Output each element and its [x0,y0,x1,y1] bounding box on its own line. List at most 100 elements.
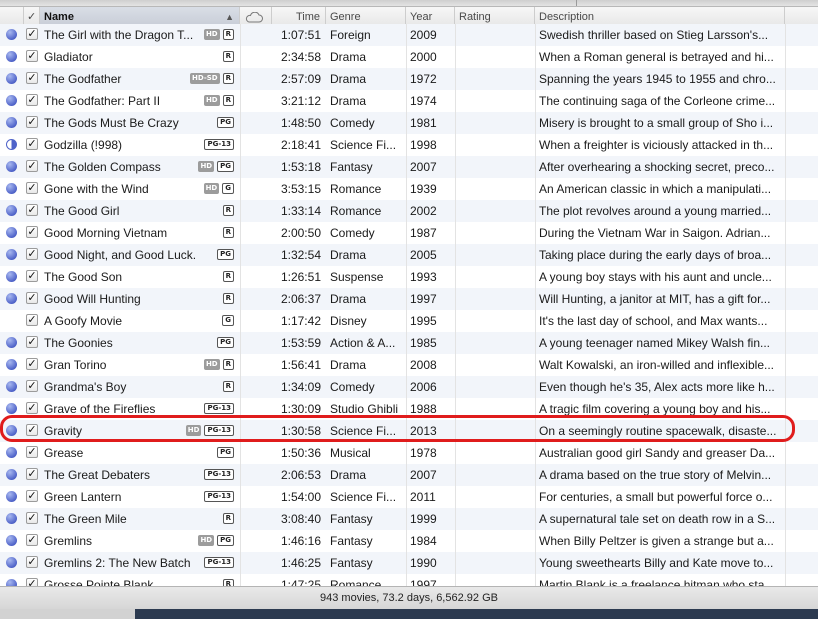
table-row[interactable]: ✓ The Green Mile R 3:08:40 Fantasy 1999 A supe… [0,508,818,530]
movie-time: 1:56:41 [280,358,321,372]
row-checkbox[interactable]: ✓ [26,160,38,172]
badge-group: PG [170,112,236,134]
content-rating-badge: PG [217,337,234,348]
movie-year: 1981 [410,116,437,130]
table-row[interactable]: ✓ Grease PG 1:50:36 Musical 1978 Australian go… [0,442,818,464]
row-checkbox[interactable]: ✓ [26,534,38,546]
table-row[interactable]: ✓ The Godfather HD-SD R 2:57:09 Drama 1972 Span… [0,68,818,90]
row-checkbox[interactable]: ✓ [26,402,38,414]
row-checkbox[interactable]: ✓ [26,116,38,128]
movie-description: A supernatural tale set on death row in … [539,512,776,526]
row-checkbox[interactable]: ✓ [26,358,38,370]
movie-time: 1:33:14 [280,204,321,218]
movie-description: Spanning the years 1945 to 1955 and chro… [539,72,776,86]
movie-description: Will Hunting, a janitor at MIT, has a gi… [539,292,771,306]
table-row[interactable]: ✓ The Godfather: Part II HD R 3:21:12 Drama 19… [0,90,818,112]
row-checkbox[interactable]: ✓ [26,72,38,84]
unwatched-icon [6,557,17,568]
table-row[interactable]: ✓ Good Night, and Good Luck. PG 1:32:54 Dram… [0,244,818,266]
content-rating-badge: R [222,513,234,524]
movie-description: When a freighter is viciously attacked i… [539,138,774,152]
content-rating-badge: PG-13 [204,139,234,150]
table-row[interactable]: ✓ The Good Son R 1:26:51 Suspense 1993 A young… [0,266,818,288]
row-checkbox[interactable]: ✓ [26,50,38,62]
movie-year: 2005 [410,248,437,262]
movie-time: 2:00:50 [280,226,321,240]
row-checkbox[interactable]: ✓ [26,226,38,238]
content-rating-badge: PG-13 [204,491,234,502]
table-row[interactable]: ✓ Good Will Hunting R 2:06:37 Drama 1997 Will … [0,288,818,310]
content-rating-badge: G [222,315,234,326]
window-bottom-strip [0,609,818,619]
unwatched-icon [6,29,17,40]
movie-genre: Drama [330,94,367,108]
row-checkbox[interactable]: ✓ [26,270,38,282]
content-rating-badge: R [222,29,234,40]
badge-group: R [170,288,236,310]
row-checkbox[interactable]: ✓ [26,292,38,304]
row-checkbox[interactable]: ✓ [26,336,38,348]
movie-year: 1972 [410,72,437,86]
table-row[interactable]: ✓ The Golden Compass HD PG 1:53:18 Fantasy 200… [0,156,818,178]
row-checkbox[interactable]: ✓ [26,578,38,586]
movie-genre: Foreign [330,28,371,42]
row-checkbox[interactable]: ✓ [26,556,38,568]
row-checkbox[interactable]: ✓ [26,204,38,216]
table-row[interactable]: ✓ Green Lantern PG-13 1:54:00 Science Fi... 2… [0,486,818,508]
row-checkbox[interactable]: ✓ [26,94,38,106]
table-row[interactable]: ✓ Grosse Pointe Blank R 1:47:25 Romance 1997 M… [0,574,818,586]
movie-time: 2:06:37 [280,292,321,306]
hd-badge: HD [203,29,220,40]
table-row[interactable]: ✓ The Gods Must Be Crazy PG 1:48:50 Comedy 19… [0,112,818,134]
movie-year: 2007 [410,468,437,482]
row-checkbox[interactable]: ✓ [26,28,38,40]
movie-genre: Comedy [330,226,375,240]
table-row[interactable]: ✓ Gremlins HD PG 1:46:16 Fantasy 1984 When Bill… [0,530,818,552]
movie-genre: Studio Ghibli [330,402,399,416]
movie-time: 1:48:50 [280,116,321,130]
table-row[interactable]: ✓ Gran Torino HD R 1:56:41 Drama 2008 Walt Kowa… [0,354,818,376]
table-row[interactable]: ✓ The Girl with the Dragon T... HD R 1:07:51… [0,24,818,46]
table-row[interactable]: ✓ The Good Girl R 1:33:14 Romance 2002 The plo… [0,200,818,222]
table-row[interactable]: ✓ Godzilla (!998) PG-13 2:18:41 Science Fi..… [0,134,818,156]
table-row[interactable]: ✓ Good Morning Vietnam R 2:00:50 Comedy 1987 D… [0,222,818,244]
movie-year: 1995 [410,314,437,328]
movie-description: Martin Blank is a freelance hitman who s… [539,578,775,586]
movie-description: Even though he's 35, Alex acts more like… [539,380,775,394]
unwatched-icon [6,95,17,106]
row-checkbox[interactable]: ✓ [26,424,38,436]
content-rating-badge: R [222,95,234,106]
movie-description: A drama based on the true story of Melvi… [539,468,772,482]
table-row[interactable]: ✓ Grandma's Boy R 1:34:09 Comedy 2006 Even tho… [0,376,818,398]
movie-year: 2006 [410,380,437,394]
movie-time: 1:30:09 [280,402,321,416]
row-checkbox[interactable]: ✓ [26,182,38,194]
row-checkbox[interactable]: ✓ [26,138,38,150]
movie-list[interactable]: ✓ The Girl with the Dragon T... HD R 1:07:51… [0,24,818,586]
badge-group: PG-13 [170,398,236,420]
movie-time: 1:50:36 [280,446,321,460]
row-checkbox[interactable]: ✓ [26,380,38,392]
table-row[interactable]: ✓ A Goofy Movie G 1:17:42 Disney 1995 It's the… [0,310,818,332]
table-row[interactable]: ✓ Grave of the Fireflies PG-13 1:30:09 Studi… [0,398,818,420]
movie-description: A young teenager named Mikey Walsh fin..… [539,336,771,350]
row-checkbox[interactable]: ✓ [26,512,38,524]
table-row[interactable]: ✓ Gremlins 2: The New Batch PG-13 1:46:25 Fa… [0,552,818,574]
unwatched-icon [6,359,17,370]
table-row[interactable]: ✓ The Great Debaters PG-13 2:06:53 Drama 2007… [0,464,818,486]
table-row[interactable]: ✓ The Goonies PG 1:53:59 Action & A... 1985 A … [0,332,818,354]
badge-group: HD PG-13 [170,420,236,442]
table-row[interactable]: ✓ Gravity HD PG-13 1:30:58 Science Fi... 2013 O… [0,420,818,442]
row-checkbox[interactable]: ✓ [26,446,38,458]
status-bar: 943 movies, 73.2 days, 6,562.92 GB [0,586,818,609]
unwatched-icon [6,381,17,392]
movie-time: 1:47:25 [280,578,321,586]
table-row[interactable]: ✓ Gladiator R 2:34:58 Drama 2000 When a Roman … [0,46,818,68]
row-checkbox[interactable]: ✓ [26,314,38,326]
row-checkbox[interactable]: ✓ [26,468,38,480]
movie-genre: Action & A... [330,336,396,350]
content-rating-badge: R [222,205,234,216]
row-checkbox[interactable]: ✓ [26,490,38,502]
row-checkbox[interactable]: ✓ [26,248,38,260]
table-row[interactable]: ✓ Gone with the Wind HD G 3:53:15 Romance 1939… [0,178,818,200]
